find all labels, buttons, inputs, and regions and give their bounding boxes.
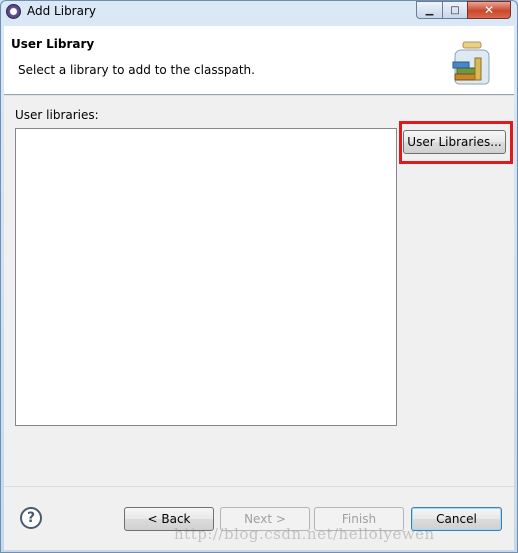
page-title: User Library [11,37,95,51]
help-glyph: ? [26,510,36,526]
user-libraries-list[interactable] [15,128,397,426]
page-description: Select a library to add to the classpath… [18,63,255,77]
user-libraries-label: User libraries: [15,108,99,122]
minimize-button[interactable]: ▁ [416,1,442,19]
add-library-dialog: Add Library ▁ □ ✕ User Library Select a … [0,0,518,553]
maximize-button[interactable]: □ [442,1,467,19]
help-icon[interactable]: ? [20,507,42,529]
maximize-icon: □ [450,4,460,16]
wizard-header: User Library Select a library to add to … [4,26,514,95]
title-bar[interactable]: Add Library ▁ □ ✕ [1,1,517,23]
eclipse-icon [6,4,21,19]
wizard-body: User libraries: User Libraries... [4,96,514,486]
window-controls: ▁ □ ✕ [416,1,511,19]
close-icon: ✕ [483,3,495,17]
wizard-footer: ? < Back Next > Finish Cancel http://blo… [4,486,514,550]
minimize-icon: ▁ [425,4,434,16]
close-button[interactable]: ✕ [467,1,511,19]
watermark: http://blog.csdn.net/hellolyewen [174,525,435,543]
highlight-box [399,121,513,164]
window-title: Add Library [27,4,97,18]
library-jar-icon [452,41,490,85]
